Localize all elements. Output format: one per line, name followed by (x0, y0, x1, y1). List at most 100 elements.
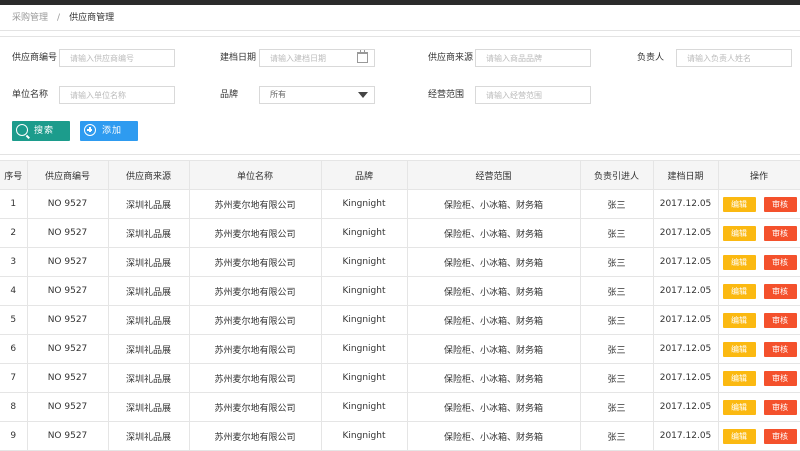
source-label: 供应商来源 (428, 53, 474, 63)
header-person: 负责引进人 (579, 160, 654, 190)
search-button[interactable]: 搜索 (12, 121, 70, 141)
cell-date: 2017.12.05 (652, 334, 719, 364)
edit-button[interactable]: 编辑 (722, 283, 756, 299)
caret-down-icon[interactable] (358, 92, 368, 98)
cell-scope: 保险柜、小冰箱、财务箱 (406, 305, 581, 335)
table-body: 1 NO 9527 深圳礼品展 苏州麦尔地有限公司 Kingnight 保险柜、小冰箱、财… (0, 189, 800, 451)
cell-brand: Kingnight (320, 392, 408, 422)
cell-person: 张三 (579, 276, 654, 306)
supplier-no-field[interactable] (70, 50, 174, 66)
cell-company: 苏州麦尔地有限公司 (188, 421, 322, 451)
cell-person: 张三 (579, 334, 654, 364)
top-bar (0, 0, 800, 5)
cell-supplier-no: NO 9527 (26, 421, 109, 451)
audit-button[interactable]: 审核 (763, 341, 797, 357)
audit-button[interactable]: 审核 (763, 428, 797, 444)
edit-button[interactable]: 编辑 (722, 370, 756, 386)
supplier-no-input[interactable] (59, 49, 175, 67)
created-date-input[interactable] (259, 49, 375, 67)
edit-button[interactable]: 编辑 (722, 225, 756, 241)
add-button-label: 添加 (102, 126, 123, 136)
company-input[interactable] (59, 86, 175, 104)
cell-actions: 编辑 审核 (717, 334, 800, 364)
cell-person: 张三 (579, 363, 654, 393)
search-button-label: 搜索 (34, 126, 55, 136)
cell-index: 5 (0, 305, 28, 335)
cell-supplier-no: NO 9527 (26, 392, 109, 422)
audit-button[interactable]: 审核 (763, 254, 797, 270)
table-row: 6 NO 9527 深圳礼品展 苏州麦尔地有限公司 Kingnight 保险柜、小冰箱、财… (0, 334, 800, 364)
cell-scope: 保险柜、小冰箱、财务箱 (406, 392, 581, 422)
cell-date: 2017.12.05 (652, 247, 719, 277)
breadcrumb-root[interactable]: 采购管理 (12, 13, 48, 23)
cell-supplier-no: NO 9527 (26, 363, 109, 393)
header-date: 建档日期 (652, 160, 719, 190)
cell-actions: 编辑 审核 (717, 218, 800, 248)
cell-scope: 保险柜、小冰箱、财务箱 (406, 218, 581, 248)
cell-supplier-no: NO 9527 (26, 305, 109, 335)
scope-label: 经营范围 (428, 90, 465, 100)
cell-company: 苏州麦尔地有限公司 (188, 247, 322, 277)
table-row: 2 NO 9527 深圳礼品展 苏州麦尔地有限公司 Kingnight 保险柜、小冰箱、财… (0, 218, 800, 248)
edit-button[interactable]: 编辑 (722, 341, 756, 357)
cell-person: 张三 (579, 392, 654, 422)
edit-button[interactable]: 编辑 (722, 399, 756, 415)
owner-field[interactable] (687, 50, 791, 66)
cell-person: 张三 (579, 421, 654, 451)
scope-field[interactable] (486, 87, 590, 103)
edit-button[interactable]: 编辑 (722, 254, 756, 270)
cell-index: 3 (0, 247, 28, 277)
cell-scope: 保险柜、小冰箱、财务箱 (406, 247, 581, 277)
cell-date: 2017.12.05 (652, 421, 719, 451)
brand-select[interactable]: 所有 (259, 86, 375, 104)
cell-source: 深圳礼品展 (107, 363, 190, 393)
header-company: 单位名称 (188, 160, 322, 190)
audit-button[interactable]: 审核 (763, 196, 797, 212)
audit-button[interactable]: 审核 (763, 283, 797, 299)
cell-person: 张三 (579, 305, 654, 335)
calendar-icon[interactable] (357, 50, 368, 63)
audit-button[interactable]: 审核 (763, 370, 797, 386)
brand-label: 品牌 (220, 90, 239, 100)
cell-scope: 保险柜、小冰箱、财务箱 (406, 363, 581, 393)
filter-top-divider (0, 36, 800, 37)
cell-supplier-no: NO 9527 (26, 218, 109, 248)
cell-date: 2017.12.05 (652, 305, 719, 335)
audit-button[interactable]: 审核 (763, 399, 797, 415)
cell-scope: 保险柜、小冰箱、财务箱 (406, 334, 581, 364)
header-scope: 经营范围 (406, 160, 581, 190)
cell-actions: 编辑 审核 (717, 305, 800, 335)
cell-brand: Kingnight (320, 363, 408, 393)
owner-input[interactable] (676, 49, 792, 67)
cell-supplier-no: NO 9527 (26, 276, 109, 306)
source-input[interactable] (475, 49, 591, 67)
cell-source: 深圳礼品展 (107, 276, 190, 306)
edit-button[interactable]: 编辑 (722, 312, 756, 328)
cell-scope: 保险柜、小冰箱、财务箱 (406, 189, 581, 219)
source-field[interactable] (486, 50, 590, 66)
audit-button[interactable]: 审核 (763, 225, 797, 241)
table-row: 9 NO 9527 深圳礼品展 苏州麦尔地有限公司 Kingnight 保险柜、小冰箱、财… (0, 421, 800, 451)
cell-company: 苏州麦尔地有限公司 (188, 189, 322, 219)
cell-brand: Kingnight (320, 276, 408, 306)
cell-person: 张三 (579, 247, 654, 277)
edit-button[interactable]: 编辑 (722, 196, 756, 212)
cell-source: 深圳礼品展 (107, 392, 190, 422)
company-field[interactable] (70, 87, 174, 103)
scope-input[interactable] (475, 86, 591, 104)
breadcrumb-separator: / (57, 13, 61, 23)
cell-source: 深圳礼品展 (107, 218, 190, 248)
cell-source: 深圳礼品展 (107, 247, 190, 277)
cell-brand: Kingnight (320, 247, 408, 277)
cell-date: 2017.12.05 (652, 276, 719, 306)
table-row: 1 NO 9527 深圳礼品展 苏州麦尔地有限公司 Kingnight 保险柜、小冰箱、财… (0, 189, 800, 219)
table-row: 4 NO 9527 深圳礼品展 苏州麦尔地有限公司 Kingnight 保险柜、小冰箱、财… (0, 276, 800, 306)
edit-button[interactable]: 编辑 (722, 428, 756, 444)
audit-button[interactable]: 审核 (763, 312, 797, 328)
cell-person: 张三 (579, 189, 654, 219)
header-divider (0, 30, 800, 31)
cell-index: 8 (0, 392, 28, 422)
add-button[interactable]: 添加 (80, 121, 138, 141)
cell-source: 深圳礼品展 (107, 421, 190, 451)
table-row: 3 NO 9527 深圳礼品展 苏州麦尔地有限公司 Kingnight 保险柜、小冰箱、财… (0, 247, 800, 277)
